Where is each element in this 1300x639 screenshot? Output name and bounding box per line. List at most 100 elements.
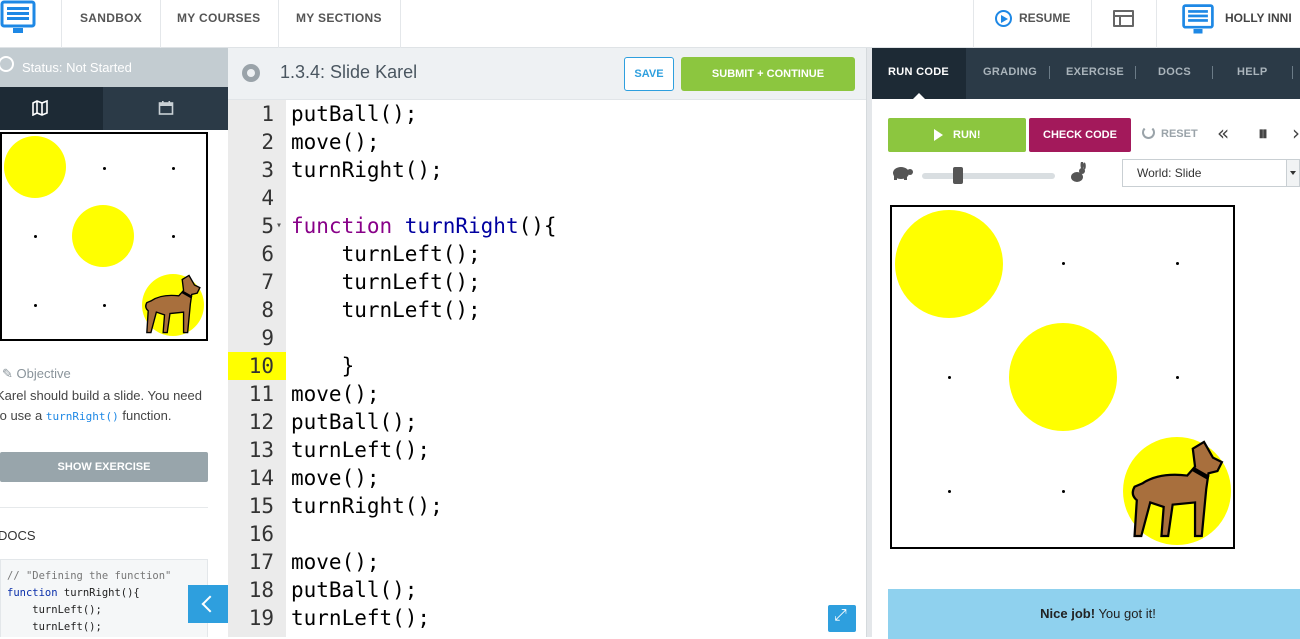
code-text: turnLeft();: [291, 606, 431, 630]
monitor-icon: [0, 0, 36, 33]
status-bar: Status: Not Started: [0, 48, 228, 87]
nav-sandbox[interactable]: SANDBOX: [62, 0, 162, 48]
resume-button[interactable]: RESUME: [973, 0, 1091, 48]
objective-section: ✎ Objective Karel should build a slide. …: [0, 364, 215, 427]
exercise-title: 1.3.4: Slide Karel: [280, 62, 418, 82]
save-button[interactable]: SAVE: [624, 57, 674, 91]
objective-code: turnRight(): [45, 410, 119, 423]
code-line[interactable]: 7 turnLeft();: [228, 268, 868, 296]
line-number: 9: [261, 326, 274, 350]
run-button[interactable]: RUN!: [888, 118, 1026, 152]
check-code-button[interactable]: CHECK CODE: [1029, 118, 1131, 152]
map-icon: [32, 100, 48, 116]
world-select[interactable]: World: Slide: [1122, 159, 1300, 187]
grid-dot: [34, 304, 37, 307]
code-line[interactable]: 11 move();: [228, 380, 868, 408]
left-panel: Status: Not Started ✎ Objective Karel sh…: [0, 48, 228, 637]
docs-keyword: function: [7, 587, 58, 599]
fold-arrow-icon[interactable]: ▾: [276, 212, 282, 240]
code-line[interactable]: 8 turnLeft();: [228, 296, 868, 324]
code-editor[interactable]: 1 putBall(); 2 move(); 3 turnRight(); 4 5 ▾ funct…: [228, 100, 868, 637]
code-text: putBall();: [291, 102, 418, 126]
keyword: function: [291, 214, 405, 238]
tab-docs[interactable]: DOCS: [1158, 66, 1191, 78]
line-number: 8: [261, 298, 274, 322]
reset-button[interactable]: RESET: [1142, 126, 1198, 140]
grid-dot: [34, 235, 37, 238]
user-name: HOLLY INNI: [1225, 11, 1292, 25]
code-line[interactable]: 3 turnRight();: [228, 156, 868, 184]
line-number: 14: [248, 466, 274, 490]
user-menu[interactable]: HOLLY INNI: [1157, 0, 1300, 48]
grid-dot: [1176, 262, 1179, 265]
code-line[interactable]: 18 putBall();: [228, 576, 868, 604]
code-line[interactable]: 2 move();: [228, 128, 868, 156]
step-forward-icon[interactable]: ›: [1292, 121, 1300, 145]
code-line[interactable]: 1 putBall();: [228, 100, 868, 128]
grid-dot: [1062, 262, 1065, 265]
grid-dot: [172, 167, 175, 170]
tab-exercise[interactable]: EXERCISE: [1066, 66, 1124, 78]
top-nav: SANDBOX MY COURSES MY SECTIONS RESUME HO…: [0, 0, 1300, 48]
tab-separator: [1135, 66, 1136, 79]
line-number: 4: [261, 186, 274, 210]
code-line[interactable]: 13 turnLeft();: [228, 436, 868, 464]
tab-map[interactable]: [0, 87, 103, 130]
line-number: 20: [228, 632, 274, 637]
tab-calendar[interactable]: [103, 87, 228, 130]
editor-header: 1.3.4: Slide Karel SAVE SUBMIT + CONTINU…: [228, 48, 868, 100]
slider-knob[interactable]: [952, 167, 963, 184]
code-line[interactable]: 9: [228, 324, 868, 352]
speed-slider[interactable]: [922, 167, 1055, 184]
rabbit-icon: [1071, 162, 1086, 182]
code-text: }: [291, 354, 355, 378]
nav-my-courses[interactable]: MY COURSES: [159, 0, 280, 48]
step-back-icon[interactable]: «: [1217, 121, 1229, 145]
code-line[interactable]: 17 move();: [228, 548, 868, 576]
collapse-panel-button[interactable]: [188, 585, 228, 623]
code-line[interactable]: 6 turnLeft();: [228, 240, 868, 268]
show-exercise-button[interactable]: SHOW EXERCISE: [0, 452, 208, 482]
code-line[interactable]: 19 turnLeft();: [228, 604, 868, 632]
ball: [1009, 323, 1117, 431]
gear-icon[interactable]: [242, 64, 260, 82]
calendar-icon: [158, 101, 174, 115]
line-number: 15: [248, 494, 274, 518]
ball: [4, 136, 66, 198]
tab-grading[interactable]: GRADING: [983, 66, 1037, 78]
line-number: 7: [261, 270, 274, 294]
codehs-logo[interactable]: [0, 0, 62, 48]
window-layout-button[interactable]: [1091, 0, 1157, 48]
code-line[interactable]: 10 }: [228, 352, 868, 380]
code-text: turnLeft();: [291, 298, 481, 322]
function-name: turnRight: [404, 214, 519, 238]
tab-run-code[interactable]: RUN CODE: [888, 66, 949, 78]
code-line[interactable]: 4: [228, 184, 868, 212]
code-line[interactable]: 16: [228, 520, 868, 548]
objective-heading-label: Objective: [16, 366, 71, 381]
left-tabs: [0, 87, 228, 130]
line-number: 16: [248, 522, 274, 546]
submit-continue-button[interactable]: SUBMIT + CONTINUE: [681, 57, 855, 91]
pause-icon[interactable]: ⏸: [1258, 121, 1268, 145]
grid-dot: [1062, 490, 1065, 493]
expand-editor-button[interactable]: [828, 605, 856, 632]
nav-my-sections[interactable]: MY SECTIONS: [278, 0, 401, 48]
code-text: move();: [291, 130, 380, 154]
banner-text: You got it!: [1095, 606, 1156, 621]
chevron-down-icon: [1286, 160, 1299, 186]
grid-dot: [103, 167, 106, 170]
tab-separator: [1292, 66, 1293, 79]
code-line[interactable]: 20: [228, 632, 868, 637]
tab-help[interactable]: HELP: [1237, 66, 1268, 78]
code-text: move();: [291, 382, 380, 406]
code-line[interactable]: 12 putBall();: [228, 408, 868, 436]
tab-separator: [1049, 66, 1050, 79]
code-line[interactable]: 14 move();: [228, 464, 868, 492]
mini-world-preview: [0, 132, 208, 341]
code-line[interactable]: 15 turnRight();: [228, 492, 868, 520]
code-line[interactable]: 5 ▾ function turnRight(){: [228, 212, 868, 240]
code-text: move();: [291, 550, 380, 574]
ball: [895, 210, 1003, 318]
code-text: move();: [291, 466, 380, 490]
